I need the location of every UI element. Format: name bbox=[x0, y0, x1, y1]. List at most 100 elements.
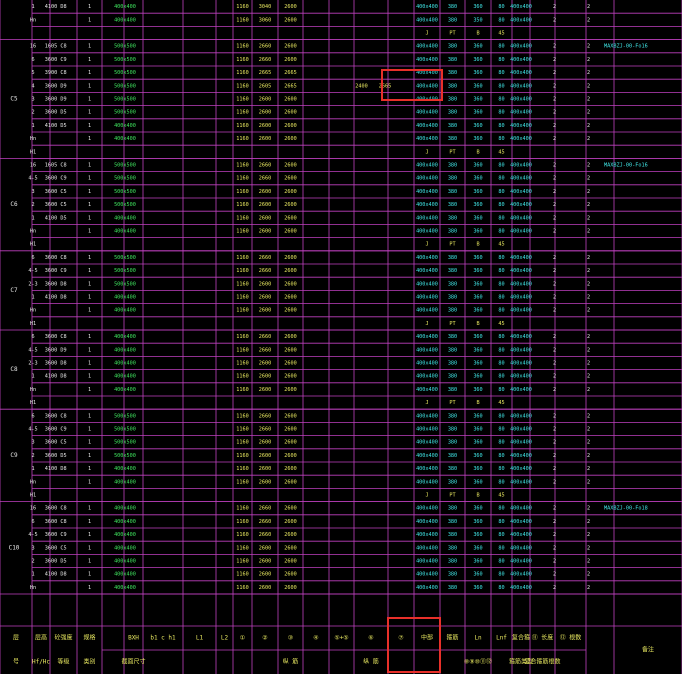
rebar-cell: 2660 bbox=[259, 519, 272, 525]
count-cell: 2 bbox=[587, 215, 590, 221]
hoop-ln-cell: 360 bbox=[473, 440, 482, 446]
hoop-lnf-cell: 80 bbox=[498, 44, 504, 50]
section-size-cell: 400x400 bbox=[114, 17, 136, 23]
count-cell: 2 bbox=[587, 44, 590, 50]
hoop-ln-cell: 360 bbox=[473, 559, 482, 565]
hoop-type-cell: 400x400 bbox=[510, 70, 532, 76]
rebar-cell: 2665 bbox=[284, 83, 297, 89]
hoop-footer-cell: J bbox=[425, 321, 428, 327]
floor-number-cell: 1 bbox=[31, 466, 34, 472]
hoop-lnf-cell: 80 bbox=[498, 519, 504, 525]
hoop-cell: 400x400 bbox=[416, 519, 438, 525]
floor-height-cell: 3600 bbox=[45, 202, 58, 208]
hoop-lnf-cell: 80 bbox=[498, 176, 504, 182]
rebar-cell: 1160 bbox=[236, 229, 249, 235]
count-cell: 2 bbox=[553, 189, 556, 195]
remark-cell: MAXBZJ-00-Fo16 bbox=[604, 44, 648, 50]
hoop-cell: 400x400 bbox=[416, 453, 438, 459]
hoop-lnf-cell: 80 bbox=[498, 453, 504, 459]
floor-height-cell: 3600 bbox=[45, 268, 58, 274]
rebar-cell: 1160 bbox=[236, 44, 249, 50]
hoop-type-cell: 400x400 bbox=[510, 308, 532, 314]
type-cell: 1 bbox=[88, 44, 91, 50]
hoop-length-cell: 380 bbox=[448, 229, 457, 235]
type-cell: 1 bbox=[88, 255, 91, 261]
rebar-cell: 2660 bbox=[259, 57, 272, 63]
floor-number-cell: 5 bbox=[31, 70, 34, 76]
hoop-type-cell: 400x400 bbox=[510, 387, 532, 393]
hoop-length-cell: 380 bbox=[448, 4, 457, 10]
count-cell: 2 bbox=[553, 4, 556, 10]
count-cell: 2 bbox=[553, 506, 556, 512]
hoop-ln-cell: 360 bbox=[473, 202, 482, 208]
rebar-cell: 2665 bbox=[284, 70, 297, 76]
floor-number-cell: 4-5 bbox=[28, 268, 37, 274]
hoop-type-cell: 400x400 bbox=[510, 413, 532, 419]
hoop-ln-cell: 360 bbox=[473, 585, 482, 591]
rebar-cell: 2600 bbox=[259, 453, 272, 459]
rebar-cell: 2600 bbox=[259, 295, 272, 301]
floor-height-cell: 3600 bbox=[45, 532, 58, 538]
hoop-lnf-cell: 80 bbox=[498, 532, 504, 538]
count-cell: 2 bbox=[587, 347, 590, 353]
hoop-lnf-cell: 80 bbox=[498, 506, 504, 512]
count-cell: 2 bbox=[553, 466, 556, 472]
section-size-cell: 500x500 bbox=[114, 176, 136, 182]
rebar-cell: 2600 bbox=[284, 532, 297, 538]
section-size-cell: 500x500 bbox=[114, 440, 136, 446]
hoop-cell: 400x400 bbox=[416, 559, 438, 565]
floor-number-cell: 1 bbox=[31, 374, 34, 380]
group-label: C6 bbox=[10, 201, 18, 208]
rebar-cell: 1160 bbox=[236, 585, 249, 591]
count-cell: 2 bbox=[553, 17, 556, 23]
count-cell: 2 bbox=[587, 440, 590, 446]
count-cell: 2 bbox=[587, 202, 590, 208]
hoop-cell: 400x400 bbox=[416, 123, 438, 129]
rebar-cell: 2600 bbox=[284, 97, 297, 103]
hoop-type-cell: 400x400 bbox=[510, 202, 532, 208]
rebar-cell: 2660 bbox=[259, 268, 272, 274]
hoop-cell: 400x400 bbox=[416, 163, 438, 169]
rebar-cell: 2600 bbox=[284, 110, 297, 116]
type-cell: 1 bbox=[88, 427, 91, 433]
floor-height-cell: 3600 bbox=[45, 110, 58, 116]
rebar-cell: 1160 bbox=[236, 295, 249, 301]
type-cell: 1 bbox=[88, 387, 91, 393]
hoop-ln-cell: 360 bbox=[473, 4, 482, 10]
floor-height-cell: 4100 bbox=[45, 4, 58, 10]
hoop-lnf-cell: 80 bbox=[498, 479, 504, 485]
rebar-cell: 2600 bbox=[259, 374, 272, 380]
footer-header-cell: 规格 bbox=[83, 634, 95, 642]
hoop-footer-cell: B bbox=[476, 400, 479, 406]
hoop-cell: 400x400 bbox=[416, 4, 438, 10]
hoop-length-cell: 380 bbox=[448, 295, 457, 301]
concrete-grade-cell: D8 bbox=[60, 374, 66, 380]
hoop-footer-cell: J bbox=[425, 242, 428, 248]
footer-header-cell: L2 bbox=[221, 635, 229, 642]
rebar-cell: 1160 bbox=[236, 374, 249, 380]
hoop-cell: 400x400 bbox=[416, 136, 438, 142]
rebar-cell: 2600 bbox=[259, 361, 272, 367]
floor-number-cell: Hn bbox=[30, 387, 36, 393]
concrete-grade-cell: C9 bbox=[60, 57, 66, 63]
rebar-cell: 1160 bbox=[236, 545, 249, 551]
type-cell: 1 bbox=[88, 4, 91, 10]
schedule-drawing: 1 4100 D8 1 400x400 1160 3040 2600 400x400 380 360… bbox=[0, 0, 682, 674]
rebar-cell: 1160 bbox=[236, 176, 249, 182]
footer-header-cell: ⑥ bbox=[368, 635, 373, 642]
hoop-footer-cell: J bbox=[425, 493, 428, 499]
hoop-type-cell: 400x400 bbox=[510, 295, 532, 301]
rebar-cell: 1160 bbox=[236, 479, 249, 485]
section-size-cell: 400x400 bbox=[114, 532, 136, 538]
rebar-cell: 2600 bbox=[259, 387, 272, 393]
rebar-cell: 2600 bbox=[284, 202, 297, 208]
footer-header-cell: L1 bbox=[196, 635, 204, 642]
hoop-ln-cell: 360 bbox=[473, 545, 482, 551]
floor-number-cell: 2 bbox=[31, 559, 34, 565]
hoop-footer-cell: PT bbox=[449, 242, 455, 248]
rebar-cell: 2600 bbox=[259, 97, 272, 103]
floor-number-cell: Hn bbox=[30, 17, 36, 23]
rebar-cell: 2600 bbox=[284, 189, 297, 195]
type-cell: 1 bbox=[88, 453, 91, 459]
count-cell: 2 bbox=[587, 466, 590, 472]
